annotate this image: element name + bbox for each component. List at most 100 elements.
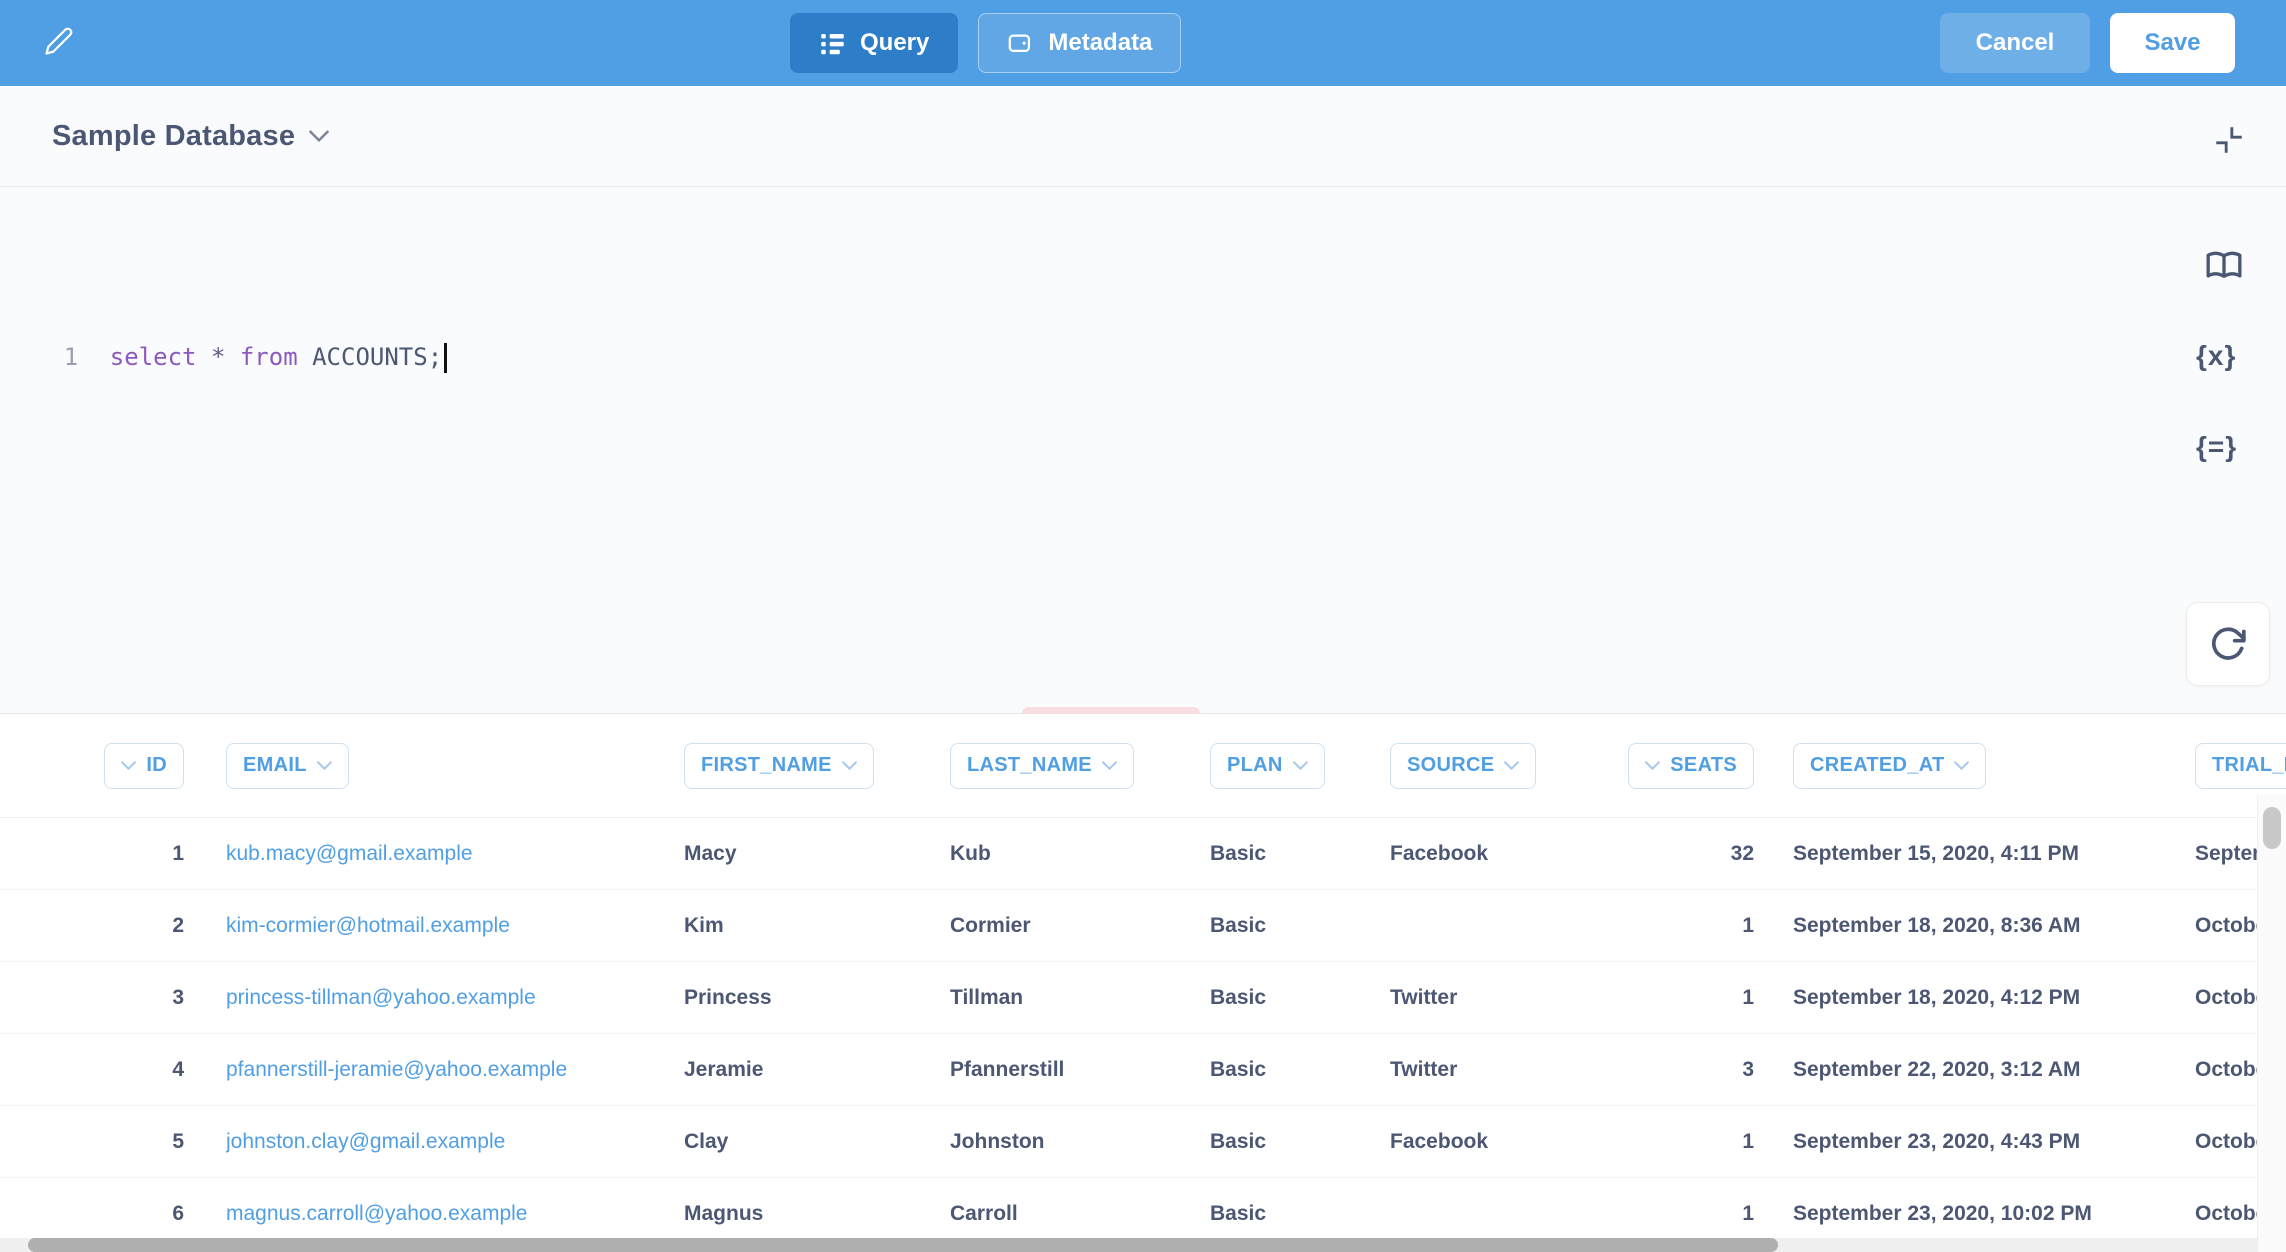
column-header-email[interactable]: EMAIL: [226, 743, 349, 789]
column-header-seats[interactable]: SEATS: [1628, 743, 1754, 789]
collapse-editor-button[interactable]: [2212, 123, 2246, 162]
cell-trial-ends: October: [2195, 914, 2257, 938]
query-results-table: ID EMAIL FIRST_NAME LAST_NAME PLAN: [0, 714, 2286, 1252]
table-row: 6 magnus.carroll@yahoo.example Magnus Ca…: [0, 1178, 2257, 1238]
variables-icon: {x}: [2196, 340, 2236, 371]
column-header-last-name[interactable]: LAST_NAME: [950, 743, 1134, 789]
cell-last-name: Kub: [950, 842, 1210, 866]
cell-email-link[interactable]: kub.macy@gmail.example: [226, 842, 473, 865]
sql-editor-section: Sample Database 1select * from ACCOUNTS;…: [0, 86, 2286, 714]
cell-created-at: September 18, 2020, 4:12 PM: [1793, 986, 2195, 1010]
vertical-scrollbar[interactable]: [2257, 795, 2286, 1252]
cancel-button[interactable]: Cancel: [1940, 13, 2090, 73]
column-header-source[interactable]: SOURCE: [1390, 743, 1536, 789]
chevron-down-icon: [121, 761, 136, 770]
edit-title-button[interactable]: [44, 26, 80, 62]
cell-plan: Basic: [1210, 914, 1390, 938]
cell-plan: Basic: [1210, 842, 1390, 866]
cell-source: Facebook: [1390, 842, 1608, 866]
table-row: 3 princess-tillman@yahoo.example Princes…: [0, 962, 2257, 1034]
chevron-down-icon: [1293, 761, 1308, 770]
cell-plan: Basic: [1210, 1130, 1390, 1154]
snippets-icon: {=}: [2196, 431, 2237, 462]
table-body: 1 kub.macy@gmail.example Macy Kub Basic …: [0, 818, 2257, 1238]
horizontal-scrollbar[interactable]: [0, 1238, 2257, 1252]
cell-first-name: Clay: [684, 1130, 950, 1154]
column-label: SEATS: [1670, 754, 1737, 777]
cell-source: Twitter: [1390, 986, 1608, 1010]
cell-first-name: Magnus: [684, 1202, 950, 1226]
chevron-down-icon: [1645, 761, 1660, 770]
cell-email-link[interactable]: princess-tillman@yahoo.example: [226, 986, 536, 1009]
column-header-trial-ends[interactable]: TRIAL_E: [2195, 743, 2286, 789]
sql-operator: *: [211, 343, 225, 371]
sql-editor-input[interactable]: 1select * from ACCOUNTS;: [6, 300, 447, 414]
cell-id: 2: [40, 914, 184, 938]
chevron-down-icon: [317, 761, 332, 770]
column-header-plan[interactable]: PLAN: [1210, 743, 1325, 789]
cell-id: 3: [40, 986, 184, 1010]
cell-plan: Basic: [1210, 1058, 1390, 1082]
chevron-down-icon: [309, 130, 329, 142]
data-reference-button[interactable]: [2205, 250, 2243, 289]
cell-trial-ends: October: [2195, 1130, 2257, 1154]
cell-id: 1: [40, 842, 184, 866]
cell-seats: 1: [1608, 914, 1754, 938]
cell-last-name: Johnston: [950, 1130, 1210, 1154]
chevron-down-icon: [1954, 761, 1969, 770]
database-selector-row: Sample Database: [0, 86, 2286, 187]
top-bar: Query Metadata Cancel Save: [0, 0, 2286, 86]
table-row: 1 kub.macy@gmail.example Macy Kub Basic …: [0, 818, 2257, 890]
cell-id: 6: [40, 1202, 184, 1226]
cell-first-name: Princess: [684, 986, 950, 1010]
snippets-button[interactable]: {=}: [2196, 431, 2237, 463]
column-label: LAST_NAME: [967, 754, 1092, 777]
cell-created-at: September 22, 2020, 3:12 AM: [1793, 1058, 2195, 1082]
column-header-first-name[interactable]: FIRST_NAME: [684, 743, 874, 789]
cell-id: 4: [40, 1058, 184, 1082]
refresh-icon: [2208, 624, 2248, 664]
editor-tabs: Query Metadata: [790, 13, 1181, 73]
column-label: FIRST_NAME: [701, 754, 832, 777]
cell-trial-ends: Septemb: [2195, 842, 2257, 866]
cell-email-link[interactable]: johnston.clay@gmail.example: [226, 1130, 505, 1153]
chevron-down-icon: [1504, 761, 1519, 770]
cell-first-name: Macy: [684, 842, 950, 866]
cell-created-at: September 23, 2020, 4:43 PM: [1793, 1130, 2195, 1154]
chevron-down-icon: [1102, 761, 1117, 770]
cell-id: 5: [40, 1130, 184, 1154]
pencil-icon: [44, 26, 74, 56]
tab-query-label: Query: [860, 29, 929, 57]
cell-last-name: Carroll: [950, 1202, 1210, 1226]
horizontal-scrollbar-thumb[interactable]: [28, 1238, 1778, 1252]
table-header-row: ID EMAIL FIRST_NAME LAST_NAME PLAN: [0, 714, 2286, 818]
cell-email-link[interactable]: magnus.carroll@yahoo.example: [226, 1202, 527, 1225]
cell-first-name: Kim: [684, 914, 950, 938]
cell-email-link[interactable]: kim-cormier@hotmail.example: [226, 914, 510, 937]
cell-trial-ends: October: [2195, 1058, 2257, 1082]
tag-icon: [1007, 30, 1034, 57]
table-row: 4 pfannerstill-jeramie@yahoo.example Jer…: [0, 1034, 2257, 1106]
book-icon: [2205, 250, 2243, 284]
tab-query[interactable]: Query: [790, 13, 958, 73]
line-number: 1: [64, 338, 102, 376]
cell-trial-ends: October: [2195, 1202, 2257, 1226]
vertical-scrollbar-thumb[interactable]: [2263, 807, 2281, 849]
run-query-button[interactable]: [2186, 602, 2270, 686]
database-selector[interactable]: Sample Database: [52, 120, 329, 153]
cell-last-name: Pfannerstill: [950, 1058, 1210, 1082]
variables-button[interactable]: {x}: [2196, 340, 2236, 372]
cell-seats: 3: [1608, 1058, 1754, 1082]
text-cursor: [444, 343, 447, 373]
cell-plan: Basic: [1210, 986, 1390, 1010]
cell-seats: 1: [1608, 986, 1754, 1010]
column-header-created-at[interactable]: CREATED_AT: [1793, 743, 1986, 789]
chevron-down-icon: [842, 761, 857, 770]
topbar-actions: Cancel Save: [1940, 13, 2235, 73]
cell-last-name: Cormier: [950, 914, 1210, 938]
tab-metadata[interactable]: Metadata: [978, 13, 1181, 73]
column-header-id[interactable]: ID: [104, 743, 184, 789]
save-button[interactable]: Save: [2110, 13, 2235, 73]
collapse-icon: [2212, 123, 2246, 157]
cell-email-link[interactable]: pfannerstill-jeramie@yahoo.example: [226, 1058, 567, 1081]
